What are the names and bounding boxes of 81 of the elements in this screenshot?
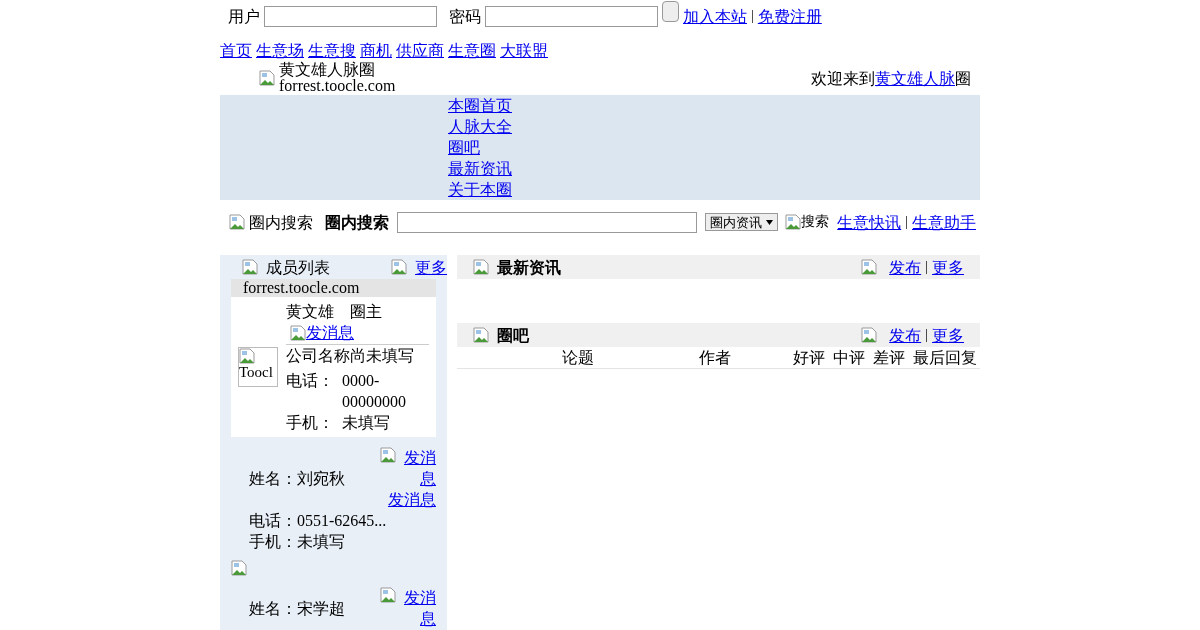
helper-link[interactable]: 生意助手 xyxy=(912,211,976,233)
message-link[interactable]: 发消息 xyxy=(404,447,436,489)
join-link[interactable]: 加入本站 xyxy=(683,5,747,27)
register-link[interactable]: 免费注册 xyxy=(757,5,822,27)
broken-image-icon xyxy=(231,560,247,577)
welcome-text: 圈 xyxy=(955,68,971,89)
nav-link[interactable]: 商机 xyxy=(360,40,392,61)
message-link[interactable]: 发消息 xyxy=(388,489,436,510)
column-header: 作者 xyxy=(699,348,731,368)
owner-name: 黄文雄 xyxy=(286,302,334,322)
circle-menu-link[interactable]: 人脉大全 xyxy=(448,116,512,137)
nav-link[interactable]: 供应商 xyxy=(396,40,444,61)
column-header: 中评 xyxy=(833,348,865,368)
password-field[interactable] xyxy=(485,5,658,27)
separator: | xyxy=(925,326,928,344)
welcome-link[interactable]: 黄文雄人脉 xyxy=(875,67,955,89)
search-image-alt: 圈内搜索 xyxy=(249,212,313,233)
owner-domain: forrest.toocle.com xyxy=(243,279,360,296)
column-header: 论题 xyxy=(561,348,595,368)
username-label: 用户 xyxy=(228,6,260,27)
separator: | xyxy=(751,7,754,25)
login-button[interactable] xyxy=(662,1,679,22)
phone-value: 0000-00000000 xyxy=(342,371,407,412)
more-link[interactable]: 更多 xyxy=(415,256,447,278)
mobile-label: 手机： xyxy=(286,413,334,433)
nav-link[interactable]: 生意场 xyxy=(256,40,304,61)
broken-image-icon xyxy=(229,214,245,230)
broken-image-icon xyxy=(290,324,306,341)
nav-link[interactable]: 大联盟 xyxy=(500,40,548,61)
member-name: 姓名：刘宛秋 xyxy=(249,469,345,489)
search-label: 圈内搜索 xyxy=(325,212,389,233)
publish-link[interactable]: 发布 xyxy=(889,324,922,346)
separator: | xyxy=(905,213,908,231)
broken-image-icon xyxy=(242,259,258,275)
forum-title: 圈吧 xyxy=(497,325,529,346)
broken-image-icon xyxy=(861,259,878,275)
search-button-alt: 搜索 xyxy=(801,213,830,231)
scope-dropdown[interactable]: 圈内资讯 xyxy=(704,213,778,231)
more-link[interactable]: 更多 xyxy=(932,324,964,346)
broken-image-icon xyxy=(861,327,878,343)
broken-image-icon xyxy=(785,214,802,230)
search-field[interactable] xyxy=(396,211,697,233)
circle-menu-link[interactable]: 最新资讯 xyxy=(448,158,512,179)
nav-link[interactable]: 首页 xyxy=(220,40,252,61)
publish-link[interactable]: 发布 xyxy=(889,256,922,278)
owner-role: 圈主 xyxy=(350,302,382,322)
column-header: 最后回复 xyxy=(913,348,977,368)
owner-photo: Toocl xyxy=(238,347,278,387)
news-title: 最新资讯 xyxy=(497,257,561,278)
broken-image-icon xyxy=(391,259,407,275)
broken-image-icon xyxy=(239,348,255,364)
dropdown-icon xyxy=(765,219,773,225)
circle-name: 黄文雄人脉圈 xyxy=(279,62,376,78)
column-header: 差评 xyxy=(873,348,905,368)
broken-image-icon xyxy=(380,447,396,463)
mobile-value: 未填写 xyxy=(342,413,390,433)
broken-image-icon xyxy=(259,70,275,86)
password-label: 密码 xyxy=(449,6,481,27)
panel-title: 成员列表 xyxy=(266,257,330,278)
welcome-text: 欢迎来到 xyxy=(811,68,875,89)
circle-menu-link[interactable]: 本圈首页 xyxy=(448,95,512,116)
circle-menu-link[interactable]: 圈吧 xyxy=(448,137,480,158)
nav-link[interactable]: 生意搜 xyxy=(308,40,356,61)
broken-image-icon xyxy=(380,587,396,603)
nav-link[interactable]: 生意圈 xyxy=(448,40,496,61)
company-name: 公司名称尚未填写 xyxy=(286,346,415,366)
member-name: 姓名：宋学超 xyxy=(249,598,345,619)
more-link[interactable]: 更多 xyxy=(932,256,964,278)
phone-label: 电话： xyxy=(286,371,334,391)
username-field[interactable] xyxy=(264,5,437,27)
message-link[interactable]: 发消息 xyxy=(404,587,436,629)
broken-image-icon xyxy=(473,259,489,275)
circle-domain: forrest.toocle.com xyxy=(279,78,396,94)
column-header: 好评 xyxy=(793,348,825,368)
broken-image-icon xyxy=(473,327,489,343)
quick-news-link[interactable]: 生意快讯 xyxy=(837,211,902,233)
circle-menu-link[interactable]: 关于本圈 xyxy=(448,179,512,200)
member-phone: 电话：0551-62645... xyxy=(248,511,388,531)
separator: | xyxy=(925,258,928,276)
member-mobile: 手机：未填写 xyxy=(248,532,346,552)
message-link[interactable]: 发消息 xyxy=(306,322,354,343)
